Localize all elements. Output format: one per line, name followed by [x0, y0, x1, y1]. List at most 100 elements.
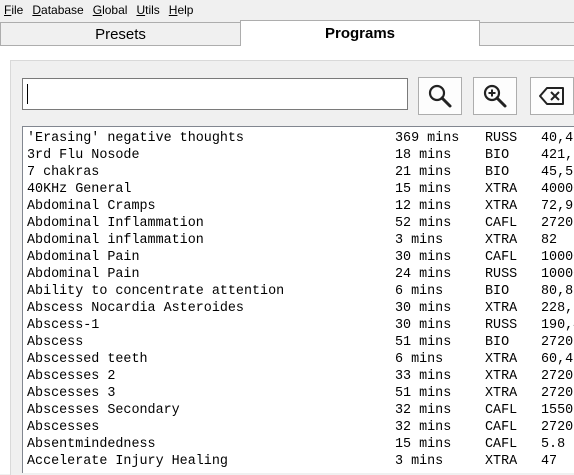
- program-frequencies: 2720,: [541, 420, 574, 435]
- menu-bar: File Database Global Utils Help: [0, 0, 574, 20]
- program-frequencies: 2720,: [541, 386, 574, 401]
- program-database: RUSS: [485, 267, 518, 282]
- program-name: Absentmindedness: [27, 437, 156, 452]
- clear-search-button[interactable]: [530, 77, 574, 115]
- menu-global[interactable]: Global: [88, 0, 132, 20]
- program-duration: 32 mins: [395, 420, 452, 435]
- program-database: CAFL: [485, 420, 518, 435]
- program-name: Abscessed teeth: [27, 352, 148, 367]
- program-duration: 6 mins: [395, 284, 444, 299]
- program-database: BIO: [485, 335, 510, 350]
- menu-file[interactable]: File: [0, 0, 27, 20]
- menu-utils[interactable]: Utils: [131, 0, 163, 20]
- program-frequencies: 40,49: [541, 131, 574, 146]
- program-name: Abscesses Secondary: [27, 403, 180, 418]
- program-name: Abdominal Inflammation: [27, 216, 204, 231]
- program-database: XTRA: [485, 233, 518, 248]
- program-duration: 6 mins: [395, 352, 444, 367]
- program-database: BIO: [485, 148, 510, 163]
- program-duration: 15 mins: [395, 437, 452, 452]
- backspace-clear-icon: [539, 87, 564, 105]
- program-database: BIO: [485, 165, 510, 180]
- program-frequencies: 72,95: [541, 199, 574, 214]
- program-frequencies: 80,81: [541, 284, 574, 299]
- tab-programs[interactable]: Programs: [240, 20, 480, 46]
- menu-help-label: elp: [177, 3, 194, 17]
- program-database: XTRA: [485, 182, 518, 197]
- text-caret: [27, 84, 28, 104]
- program-frequencies: 1550,: [541, 403, 574, 418]
- search-input[interactable]: [22, 78, 408, 110]
- program-duration: 32 mins: [395, 403, 452, 418]
- program-database: XTRA: [485, 369, 518, 384]
- program-list[interactable]: 'Erasing' negative thoughts 369 mins RUSS 4…: [22, 126, 574, 473]
- program-duration: 33 mins: [395, 369, 452, 384]
- tab-overflow[interactable]: [479, 22, 574, 46]
- search-icon: [428, 84, 452, 108]
- menu-utils-accel: U: [136, 3, 146, 17]
- tab-strip: Presets Programs: [0, 20, 574, 46]
- program-duration: 18 mins: [395, 148, 452, 163]
- program-frequencies: 2720,: [541, 335, 574, 350]
- program-duration: 24 mins: [395, 267, 452, 282]
- program-database: CAFL: [485, 403, 518, 418]
- program-frequencies: 228,2: [541, 301, 574, 316]
- program-name: Ability to concentrate attention: [27, 284, 285, 299]
- menu-database-label: atabase: [41, 3, 84, 17]
- program-frequencies: 10000: [541, 267, 574, 282]
- program-duration: 30 mins: [395, 250, 452, 265]
- program-database: XTRA: [485, 352, 518, 367]
- program-duration: 21 mins: [395, 165, 452, 180]
- zoom-search-button[interactable]: [473, 77, 517, 115]
- program-duration: 51 mins: [395, 386, 452, 401]
- program-duration: 3 mins: [395, 233, 444, 248]
- menu-database-accel: D: [32, 3, 42, 17]
- program-frequencies: 190,4: [541, 318, 574, 333]
- menu-file-label: ile: [11, 3, 24, 17]
- program-duration: 3 mins: [395, 454, 444, 469]
- program-database: RUSS: [485, 318, 518, 333]
- program-frequencies: 60,41: [541, 352, 574, 367]
- zoom-in-icon: [483, 84, 507, 108]
- program-name: Abscess: [27, 335, 84, 350]
- tab-presets-label: Presets: [95, 26, 146, 43]
- program-name: 3rd Flu Nosode: [27, 148, 140, 163]
- program-duration: 30 mins: [395, 301, 452, 316]
- program-name: Abscesses 3: [27, 386, 116, 401]
- program-duration: 369 mins: [395, 131, 460, 146]
- program-database: XTRA: [485, 386, 518, 401]
- program-database: XTRA: [485, 454, 518, 469]
- program-database: RUSS: [485, 131, 518, 146]
- program-database: CAFL: [485, 216, 518, 231]
- program-name: Abscesses 2: [27, 369, 116, 384]
- program-frequencies: 45,55: [541, 165, 574, 180]
- program-name: Accelerate Injury Healing: [27, 454, 228, 469]
- search-button[interactable]: [418, 77, 462, 115]
- program-name: Abdominal Pain: [27, 267, 140, 282]
- program-duration: 30 mins: [395, 318, 452, 333]
- program-name: 'Erasing' negative thoughts: [27, 131, 244, 146]
- program-name: Abdominal Pain: [27, 250, 140, 265]
- program-frequencies: 2720,: [541, 216, 574, 231]
- program-name: Abscess Nocardia Asteroides: [27, 301, 244, 316]
- program-name: Abdominal Cramps: [27, 199, 156, 214]
- program-frequencies: 40000: [541, 182, 574, 197]
- program-name: 40KHz General: [27, 182, 132, 197]
- menu-global-accel: G: [92, 3, 103, 17]
- menu-database[interactable]: Database: [27, 0, 87, 20]
- program-duration: 12 mins: [395, 199, 452, 214]
- program-frequencies: 5.8: [541, 437, 566, 452]
- program-name: Abdominal inflammation: [27, 233, 204, 248]
- tab-programs-label: Programs: [324, 25, 396, 42]
- menu-help[interactable]: Help: [164, 0, 198, 20]
- program-name: 7 chakras: [27, 165, 100, 180]
- program-database: XTRA: [485, 199, 518, 214]
- program-name: Abscess-1: [27, 318, 100, 333]
- program-duration: 52 mins: [395, 216, 452, 231]
- program-frequencies: 421,6: [541, 148, 574, 163]
- menu-global-label: lobal: [102, 3, 128, 17]
- tab-presets[interactable]: Presets: [0, 22, 241, 46]
- program-database: CAFL: [485, 250, 518, 265]
- program-database: CAFL: [485, 437, 518, 452]
- program-frequencies: 10000: [541, 250, 574, 265]
